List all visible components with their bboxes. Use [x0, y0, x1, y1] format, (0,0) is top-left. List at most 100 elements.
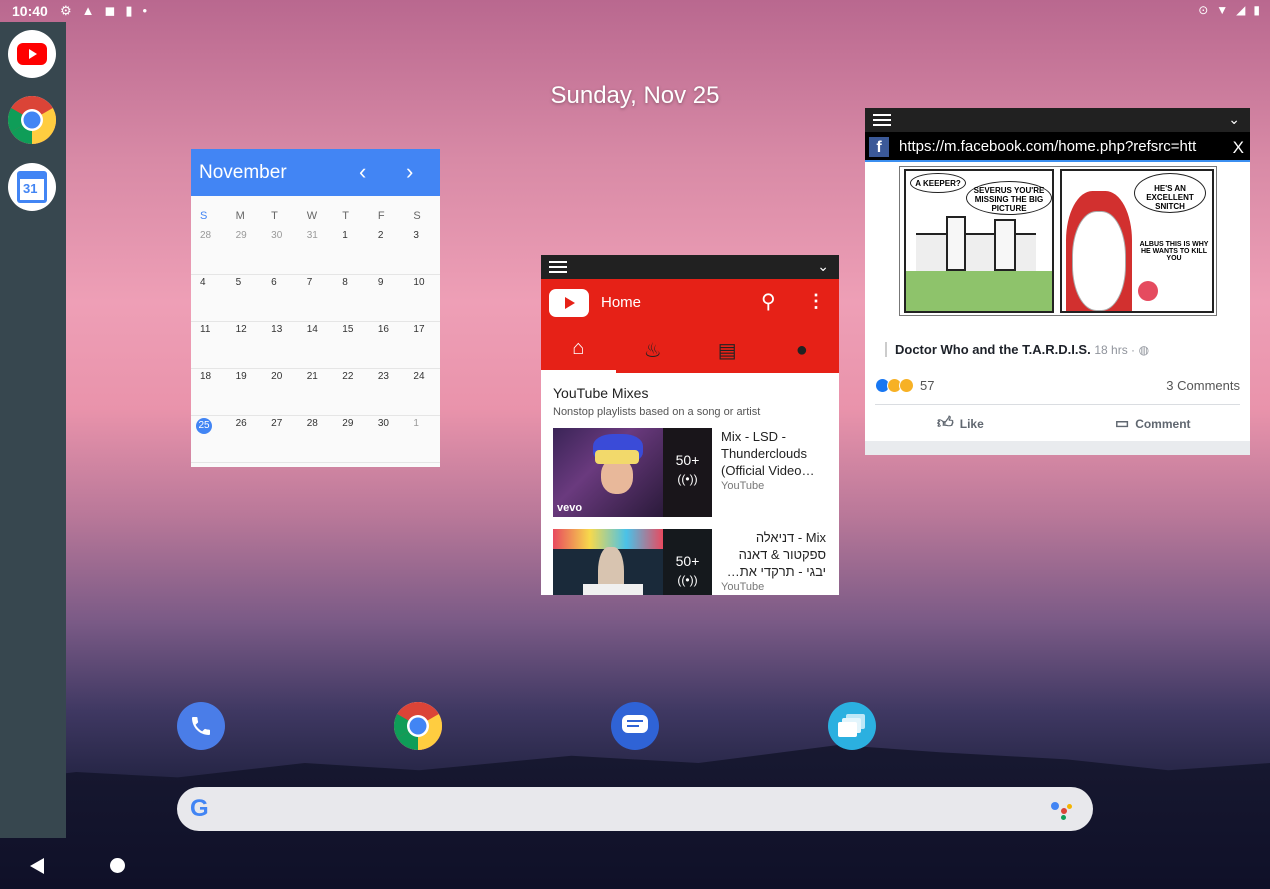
youtube-window-bar[interactable]: ⌄ — [541, 255, 839, 279]
calendar-day[interactable]: 3 — [404, 228, 440, 275]
playlist-count: 50+ — [675, 553, 700, 569]
calendar-day[interactable]: 4 — [191, 275, 227, 322]
calendar-day[interactable]: 10 — [404, 275, 440, 322]
post-title[interactable]: Doctor Who and the T.A.R.D.I.S. 18 hrs ·… — [885, 342, 1149, 357]
search-icon[interactable]: ⚲ — [761, 289, 776, 314]
status-bar: 10:40 ⚙ ▲ ◼ ▮ • ⊙ ▼ ◢ ▮ — [0, 0, 1270, 22]
weekday-header: W — [306, 210, 318, 222]
calendar-day[interactable]: 28 — [297, 416, 334, 463]
comment-icon: ▭ — [1115, 415, 1130, 432]
calendar-day[interactable]: 14 — [297, 322, 334, 369]
calendar-day[interactable]: 21 — [297, 369, 334, 416]
tab-home[interactable]: ⌂ — [541, 327, 616, 373]
calendar-day-number: 5 — [235, 277, 242, 288]
calendar-day-number: 12 — [235, 324, 247, 335]
calendar-day[interactable]: 7 — [297, 275, 334, 322]
calendar-day[interactable]: 26 — [226, 416, 263, 463]
comments-count[interactable]: 3 Comments — [1166, 378, 1240, 393]
assistant-icon[interactable] — [1051, 800, 1075, 820]
hotseat-chrome[interactable] — [394, 702, 442, 750]
calendar-day[interactable]: 22 — [333, 369, 369, 416]
sad-reaction-icon — [899, 378, 914, 393]
like-button[interactable]: 👍︎ Like — [937, 414, 984, 433]
section-title: YouTube Mixes — [553, 385, 649, 401]
tab-account[interactable]: ● — [765, 327, 840, 373]
calendar-day[interactable]: 30 — [368, 416, 405, 463]
calendar-day-number: 1 — [413, 418, 419, 429]
url-bar[interactable]: f https://m.facebook.com/home.php?refsrc… — [865, 132, 1250, 162]
calendar-day[interactable]: 20 — [262, 369, 298, 416]
back-button[interactable] — [30, 858, 44, 874]
close-button[interactable]: X — [1233, 138, 1244, 158]
facebook-floating-window[interactable]: ⌄ f https://m.facebook.com/home.php?refs… — [865, 108, 1250, 455]
side-dock-calendar[interactable]: 31 — [8, 163, 56, 211]
calendar-day[interactable]: 16 — [368, 322, 405, 369]
playlist-count-overlay: 50+ ((•)) — [663, 428, 712, 517]
window-menu-icon[interactable] — [873, 114, 891, 126]
calendar-day[interactable]: 28 — [191, 228, 227, 275]
calendar-day[interactable]: 29 — [333, 416, 369, 463]
hotseat-phone[interactable] — [177, 702, 225, 750]
video-item[interactable]: 50+ ((•)) Mix - דניאלה ספקטור & דאנה יבג… — [553, 529, 833, 595]
tab-trending[interactable]: ♨ — [616, 327, 691, 373]
home-button[interactable] — [110, 858, 125, 873]
reactions-summary[interactable]: 57 — [875, 378, 934, 393]
calendar-day[interactable]: 8 — [333, 275, 369, 322]
calendar-day-today[interactable]: 25 — [191, 416, 227, 463]
calendar-day[interactable]: 12 — [226, 322, 263, 369]
calendar-day[interactable]: 31 — [297, 228, 334, 275]
calendar-day[interactable]: 1 — [333, 228, 369, 275]
phone-icon — [192, 717, 210, 735]
side-dock-youtube[interactable] — [8, 30, 56, 78]
comic-panel-left: A KEEPER? SEVERUS YOU'RE MISSING THE BIG… — [904, 169, 1054, 313]
calendar-day[interactable]: 24 — [404, 369, 440, 416]
calendar-day[interactable]: 11 — [191, 322, 227, 369]
url-text[interactable]: https://m.facebook.com/home.php?refsrc=h… — [899, 138, 1224, 155]
calendar-day[interactable]: 23 — [368, 369, 405, 416]
calendar-day[interactable]: 30 — [262, 228, 298, 275]
hotseat-windows[interactable] — [828, 702, 876, 750]
post-time: 18 hrs · — [1094, 343, 1136, 357]
calendar-day[interactable]: 17 — [404, 322, 440, 369]
youtube-floating-window[interactable]: ⌄ Home ⚲ ⋮ ⌂ ♨ ▤ ● YouTube Mixes Nonstop… — [541, 255, 839, 595]
feed-separator — [865, 441, 1250, 455]
globe-icon: ◍ — [1138, 343, 1150, 357]
calendar-day[interactable]: 6 — [262, 275, 298, 322]
facebook-window-bar[interactable]: ⌄ — [865, 108, 1250, 132]
home-date[interactable]: Sunday, Nov 25 — [540, 82, 730, 110]
hotseat-messages[interactable] — [611, 702, 659, 750]
side-dock-chrome[interactable] — [8, 96, 56, 144]
calendar-day[interactable]: 29 — [226, 228, 263, 275]
flame-icon: ♨ — [643, 339, 662, 362]
window-menu-icon[interactable] — [549, 261, 567, 273]
calendar-day[interactable]: 5 — [226, 275, 263, 322]
calendar-day[interactable]: 13 — [262, 322, 298, 369]
more-vert-icon[interactable]: ⋮ — [807, 291, 825, 312]
calendar-day[interactable]: 9 — [368, 275, 405, 322]
calendar-day[interactable]: 19 — [226, 369, 263, 416]
calendar-day-number: 20 — [271, 371, 283, 382]
calendar-day[interactable]: 15 — [333, 322, 369, 369]
chevron-down-icon[interactable]: ⌄ — [817, 258, 829, 275]
comic-image[interactable]: A KEEPER? SEVERUS YOU'RE MISSING THE BIG… — [899, 166, 1217, 316]
calendar-widget[interactable]: November ‹ › S M T W T F S 28 29 30 31 1 2 3 4 5 6 7 8 9 10 1… — [191, 149, 440, 467]
calendar-day-number: 23 — [377, 371, 389, 382]
calendar-day[interactable]: 18 — [191, 369, 227, 416]
calendar-day[interactable]: 1 — [404, 416, 440, 463]
google-search-bar[interactable]: G — [177, 787, 1093, 831]
calendar-day-number: 29 — [342, 418, 354, 429]
prev-month-button[interactable]: ‹ — [359, 159, 366, 185]
next-month-button[interactable]: › — [406, 159, 413, 185]
calendar-day-number: 8 — [342, 277, 348, 288]
weekday-header: M — [235, 210, 245, 222]
wifi-icon: ▼ — [1216, 3, 1229, 17]
tab-subscriptions[interactable]: ▤ — [690, 327, 765, 373]
calendar-day[interactable]: 27 — [262, 416, 298, 463]
calendar-day[interactable]: 2 — [368, 228, 405, 275]
calendar-grid: S M T W T F S 28 29 30 31 1 2 3 4 5 6 7 8 9 10 11 12 13 14 15 16 17… — [191, 196, 440, 463]
calendar-day-number: 18 — [200, 371, 212, 382]
comment-button[interactable]: ▭ Comment — [1115, 414, 1191, 432]
chevron-down-icon[interactable]: ⌄ — [1228, 111, 1240, 128]
thumbs-up-icon: 👍︎ — [937, 415, 954, 432]
video-item[interactable]: vevo 50+ ((•)) Mix - LSD - Thunderclouds… — [553, 428, 833, 518]
